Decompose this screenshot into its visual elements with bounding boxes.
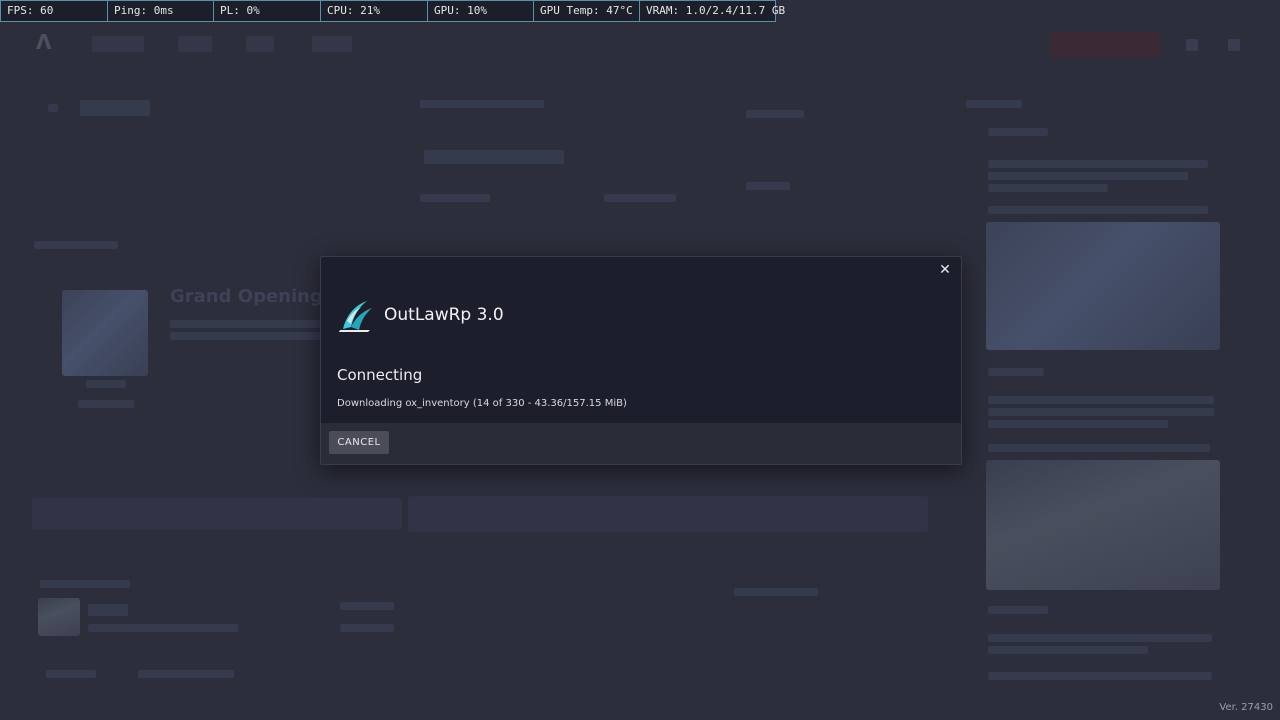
- bg-placeholder: [988, 184, 1108, 192]
- bg-placeholder: [78, 400, 134, 408]
- nav-item: [246, 36, 274, 52]
- packet-loss-readout: PL: 0%: [213, 0, 321, 22]
- bg-placeholder: [34, 241, 118, 249]
- close-icon[interactable]: ✕: [938, 263, 952, 277]
- nav-item: [92, 36, 144, 52]
- bg-placeholder: [604, 194, 676, 202]
- bg-placeholder: [40, 580, 130, 588]
- bg-placeholder: [988, 368, 1044, 376]
- nav-item: [312, 36, 352, 52]
- gpu-temp-readout: GPU Temp: 47°C: [533, 0, 640, 22]
- bg-heading: Grand Opening!!: [170, 286, 340, 307]
- bg-placeholder: [988, 160, 1208, 168]
- performance-overlay: FPS: 60 Ping: 0ms PL: 0% CPU: 21% GPU: 1…: [0, 0, 785, 22]
- gpu-readout: GPU: 10%: [427, 0, 534, 22]
- bg-placeholder: [988, 420, 1168, 428]
- server-name: OutLawRp 3.0: [384, 305, 504, 325]
- bg-placeholder: [988, 634, 1212, 642]
- bg-placeholder: [988, 408, 1214, 416]
- bg-placeholder: [746, 182, 790, 190]
- vram-readout: VRAM: 1.0/2.4/11.7 GB: [639, 0, 785, 22]
- bg-placeholder: [988, 606, 1048, 614]
- bg-placeholder: [340, 602, 394, 610]
- dialog-footer: CANCEL: [321, 423, 961, 464]
- bg-placeholder: [734, 588, 818, 596]
- version-label: Ver. 27430: [1219, 702, 1273, 713]
- nav-item: [178, 36, 212, 52]
- bg-placeholder: [988, 206, 1208, 214]
- connection-status-title: Connecting: [337, 366, 423, 384]
- cpu-readout: CPU: 21%: [320, 0, 428, 22]
- bg-placeholder: [48, 104, 58, 112]
- bg-placeholder: [988, 128, 1048, 136]
- top-navigation: Λ: [0, 24, 1280, 66]
- bg-news-image: [986, 460, 1220, 590]
- bg-avatar: [38, 598, 80, 636]
- nav-icon: [1228, 39, 1240, 51]
- nav-icon: [1186, 39, 1198, 51]
- bg-placeholder: [170, 320, 320, 328]
- fps-readout: FPS: 60: [0, 0, 108, 22]
- bg-news-image: [986, 222, 1220, 350]
- bg-placeholder: [988, 172, 1188, 180]
- bg-icon-row: [408, 496, 928, 532]
- bg-placeholder: [88, 604, 128, 616]
- bg-placeholder: [80, 100, 150, 116]
- bg-placeholder: [746, 110, 804, 118]
- nav-action-button: [1050, 32, 1160, 58]
- bg-placeholder: [138, 670, 234, 678]
- ping-readout: Ping: 0ms: [107, 0, 214, 22]
- cancel-button[interactable]: CANCEL: [329, 431, 389, 454]
- connecting-dialog: ✕ OutLawRp 3.0 Connecting Downloading ox…: [320, 256, 962, 465]
- bg-placeholder: [966, 100, 1022, 108]
- bg-placeholder: [86, 380, 126, 388]
- bg-placeholder: [988, 444, 1210, 452]
- bg-placeholder: [420, 194, 490, 202]
- bg-placeholder: [46, 670, 96, 678]
- bg-placeholder: [420, 100, 544, 108]
- bg-placeholder: [988, 646, 1148, 654]
- bg-placeholder: [340, 624, 394, 632]
- bg-placeholder: [988, 396, 1214, 404]
- app-logo-icon: Λ: [36, 30, 52, 54]
- bg-placeholder: [88, 624, 238, 632]
- download-progress-text: Downloading ox_inventory (14 of 330 - 43…: [337, 398, 627, 409]
- bg-input: [32, 498, 402, 530]
- bg-placeholder: [424, 150, 564, 164]
- bg-server-image: [62, 290, 148, 376]
- bg-placeholder: [170, 332, 320, 340]
- server-logo-icon: [337, 297, 375, 333]
- bg-placeholder: [988, 672, 1212, 680]
